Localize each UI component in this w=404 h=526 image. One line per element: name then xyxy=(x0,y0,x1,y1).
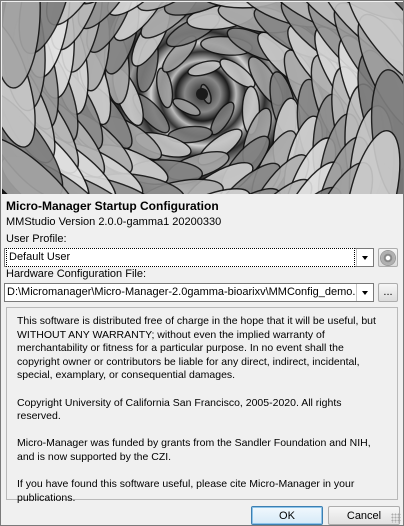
title-block: Micro-Manager Startup Configuration MMSt… xyxy=(6,199,221,229)
hardware-config-dropdown[interactable]: D:\Micromanager\Micro-Manager-2.0gamma-b… xyxy=(4,283,374,302)
spiral-center xyxy=(196,88,208,100)
hardware-config-value: D:\Micromanager\Micro-Manager-2.0gamma-b… xyxy=(7,286,356,298)
splash-image xyxy=(2,2,403,194)
succulent-spiral-image xyxy=(2,2,403,194)
cancel-button[interactable]: Cancel xyxy=(328,506,400,525)
chevron-down-icon[interactable] xyxy=(356,284,373,301)
chevron-down-icon[interactable] xyxy=(356,249,373,266)
petal xyxy=(155,67,174,109)
resize-grip[interactable] xyxy=(391,513,401,523)
license-paragraph: Micro-Manager was funded by grants from … xyxy=(17,437,371,463)
license-paragraph: Copyright University of California San F… xyxy=(17,396,342,423)
user-profile-dropdown[interactable]: Default User xyxy=(4,248,374,267)
hardware-config-label: Hardware Configuration File: xyxy=(6,268,147,280)
startup-dialog: Micro-Manager Startup Configuration MMSt… xyxy=(0,0,404,526)
browse-label: ... xyxy=(383,286,393,298)
gear-icon xyxy=(381,250,395,265)
user-profile-label: User Profile: xyxy=(6,233,67,245)
license-paragraph: This software is distributed free of cha… xyxy=(17,315,376,382)
user-profile-value: Default User xyxy=(6,248,355,267)
petal xyxy=(187,60,222,77)
app-title: Micro-Manager Startup Configuration xyxy=(6,199,219,213)
browse-config-button[interactable]: ... xyxy=(378,283,398,302)
license-paragraph: If you have found this software useful, … xyxy=(17,478,355,504)
petal xyxy=(172,97,201,117)
ok-button[interactable]: OK xyxy=(251,506,323,525)
app-version: MMStudio Version 2.0.0-gamma1 20200330 xyxy=(6,216,222,228)
profile-settings-button[interactable] xyxy=(378,248,398,267)
license-text-panel: This software is distributed free of cha… xyxy=(6,307,398,504)
